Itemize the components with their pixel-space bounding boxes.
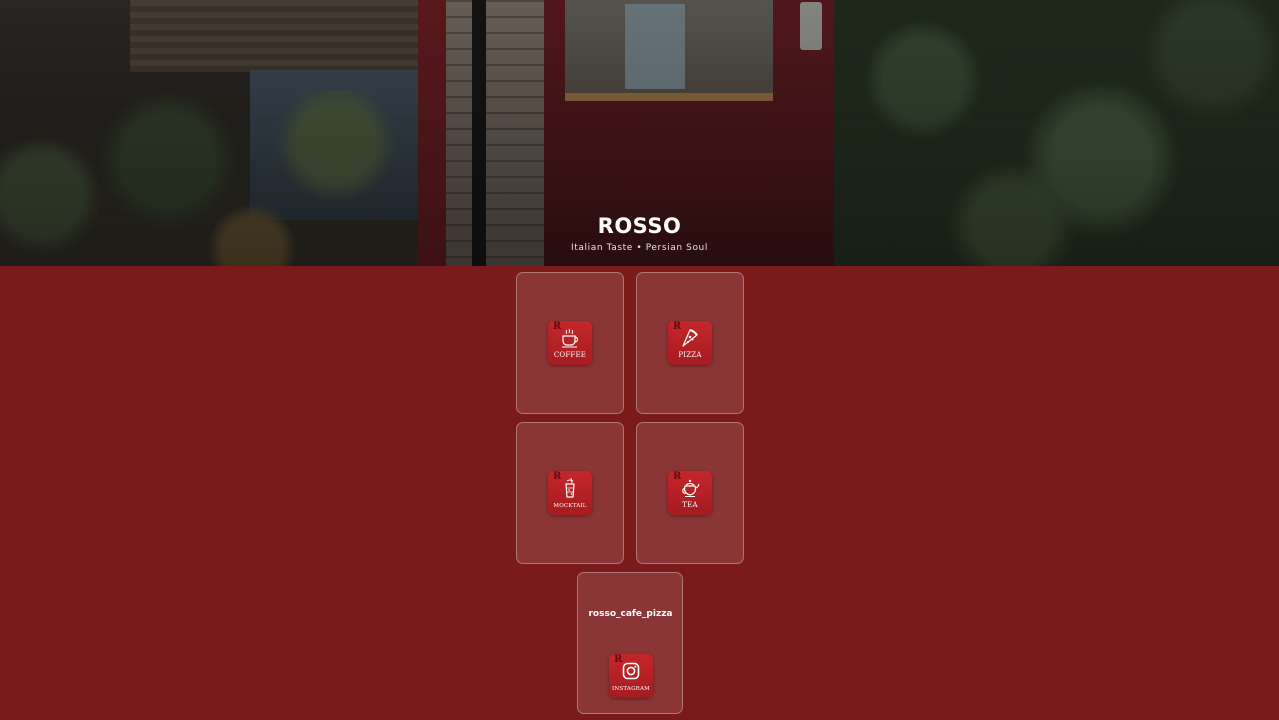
brand-title: ROSSO <box>597 214 682 238</box>
hero-banner: ROSSO Italian Taste • Persian Soul <box>0 0 1279 266</box>
menu-tile-label: COFFEE <box>553 351 587 359</box>
menu-card-mocktail[interactable]: R MOCKTAIL <box>516 422 624 564</box>
instagram-handle[interactable]: rosso_cafe_pizza <box>578 609 683 619</box>
menu-card-coffee[interactable]: R COFFEE <box>516 272 624 414</box>
menu-tile-coffee[interactable]: R COFFEE <box>548 321 592 365</box>
menu-tile-mocktail[interactable]: R MOCKTAIL <box>548 471 592 515</box>
menu-card-pizza[interactable]: R PIZZA <box>636 272 744 414</box>
instagram-tile[interactable]: R INSTAGRAM <box>609 654 653 698</box>
brand-tagline: Italian Taste • Persian Soul <box>571 243 708 253</box>
menu-tile-tea[interactable]: R TEA <box>668 471 712 515</box>
menu-tile-pizza[interactable]: R PIZZA <box>668 321 712 365</box>
instagram-card[interactable]: rosso_cafe_pizza R INSTAGRAM <box>577 572 683 714</box>
brand-block: ROSSO Italian Taste • Persian Soul <box>0 214 1279 253</box>
pizza-slice-icon <box>668 327 712 349</box>
menu-tile-label: PIZZA <box>678 351 702 359</box>
coffee-cup-icon <box>548 327 592 349</box>
menu-tile-label: TEA <box>682 501 698 509</box>
instagram-tile-label: INSTAGRAM <box>611 686 651 692</box>
instagram-icon <box>609 660 653 682</box>
teapot-icon <box>668 477 712 499</box>
mocktail-glass-icon <box>548 477 592 499</box>
menu-tile-label: MOCKTAIL <box>553 503 587 509</box>
menu-card-tea[interactable]: R TEA <box>636 422 744 564</box>
